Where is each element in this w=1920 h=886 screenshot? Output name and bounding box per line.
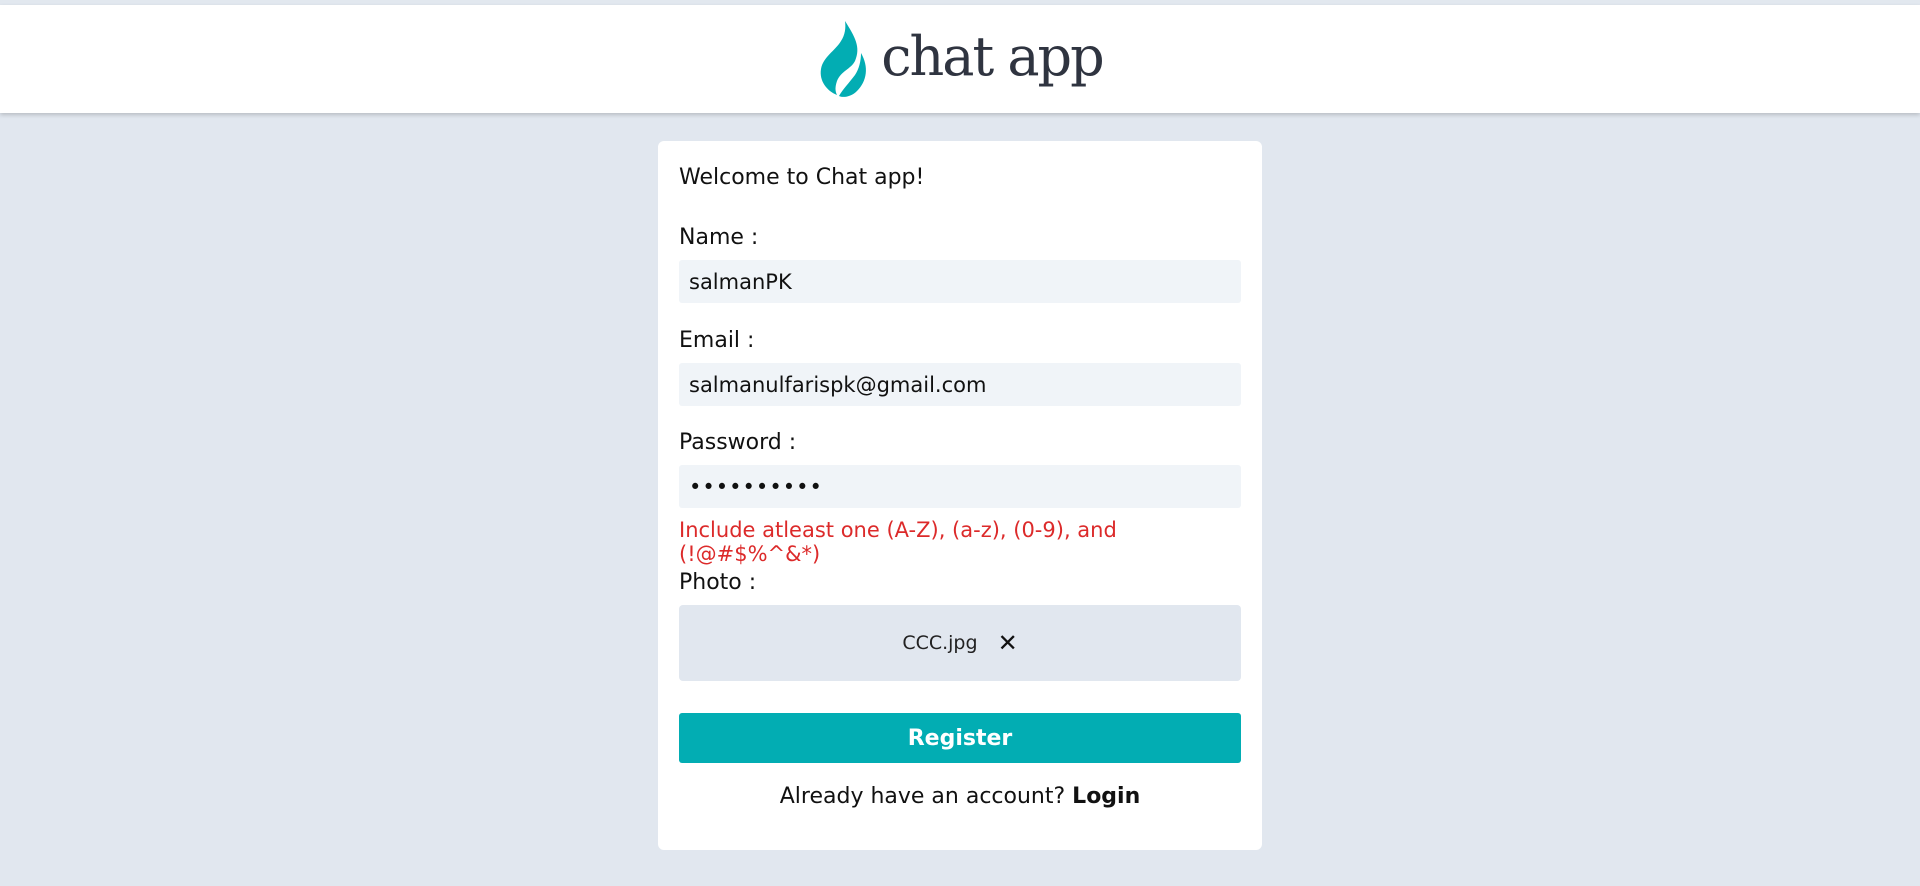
email-input[interactable] [679,363,1241,406]
password-input[interactable] [679,465,1241,508]
password-label: Password : [679,430,797,455]
name-label: Name : [679,225,759,250]
app-header: chat app [0,5,1920,113]
app-logo[interactable]: chat app [817,19,1105,99]
name-input[interactable] [679,260,1241,303]
password-error-message: Include atleast one (A-Z), (a-z), (0-9),… [679,518,1117,566]
email-label: Email : [679,328,755,353]
logo-text: chat app [881,25,1104,88]
photo-filename: CCC.jpg [902,632,978,654]
photo-upload-area[interactable]: CCC.jpg ✕ [679,605,1241,681]
login-prompt-text: Already have an account? [779,784,1066,809]
photo-label: Photo : [679,570,757,595]
welcome-heading: Welcome to Chat app! [679,165,925,190]
login-link[interactable]: Login [1072,784,1140,809]
register-button[interactable]: Register [679,713,1241,763]
flame-logo-icon [820,21,867,97]
register-card: Welcome to Chat app! Name : Email : Pass… [658,141,1262,850]
close-icon[interactable]: ✕ [998,631,1018,655]
login-prompt-line: Already have an account? Login [658,784,1262,809]
